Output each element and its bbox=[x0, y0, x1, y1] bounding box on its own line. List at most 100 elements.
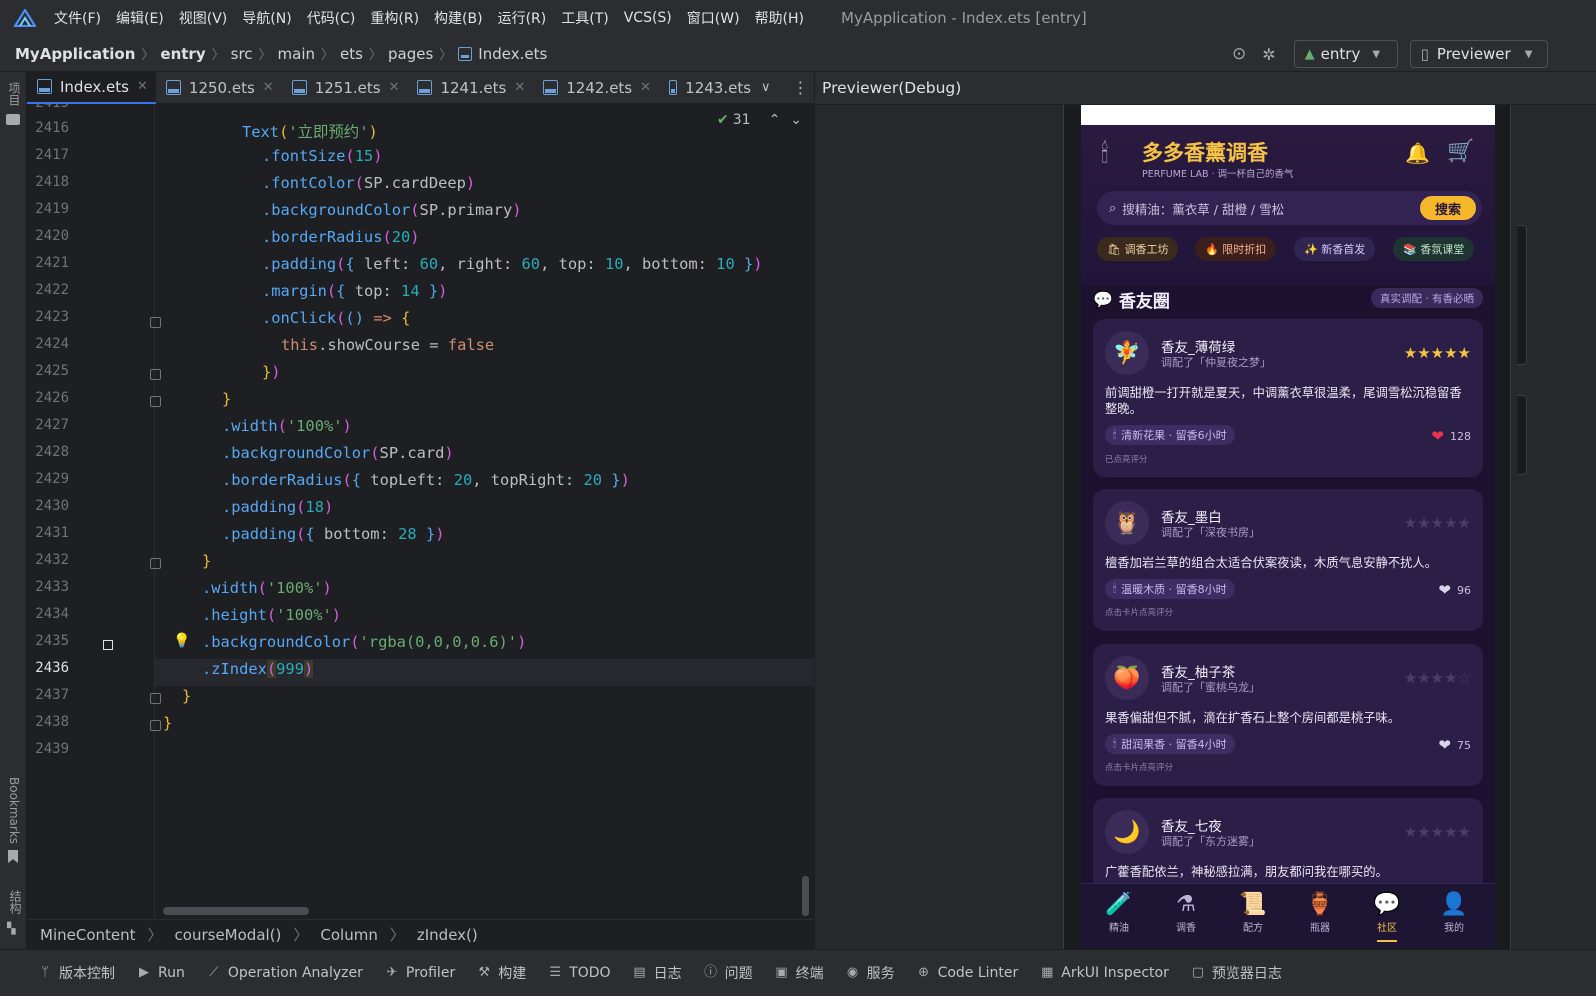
target-icon[interactable]: ⊙ bbox=[1232, 44, 1246, 64]
menu-window[interactable]: 窗口(W) bbox=[687, 8, 740, 28]
previewer-selector[interactable]: ▯ Previewer ▼ bbox=[1409, 40, 1548, 68]
fold-marker[interactable] bbox=[150, 369, 161, 380]
tool-arkui-inspector[interactable]: ▦ ArkUI Inspector bbox=[1040, 965, 1169, 981]
horizontal-scrollbar[interactable] bbox=[163, 907, 309, 915]
like-button[interactable]: ❤ 128 bbox=[1431, 427, 1471, 445]
close-icon[interactable]: ✕ bbox=[137, 79, 148, 94]
tool-problems[interactable]: ⓘ 问题 bbox=[704, 963, 753, 983]
tool-build[interactable]: ⚒ 构建 bbox=[477, 963, 526, 983]
menu-view[interactable]: 视图(V) bbox=[179, 8, 228, 28]
post-card[interactable]: 🧚 香友_薄荷绿 调配了「仲夏夜之梦」 ★★★★★ 前调甜橙一打开就是夏天，中调… bbox=[1093, 319, 1483, 477]
code-crumb-struct[interactable]: MineContent bbox=[40, 926, 136, 944]
cart-icon[interactable]: 🛒 bbox=[1447, 139, 1474, 164]
chip-new[interactable]: ✨ 新香首发 bbox=[1294, 237, 1376, 261]
star-rating[interactable]: ★★★★★ bbox=[1404, 344, 1471, 362]
structure-tool-label[interactable]: 结构 bbox=[7, 890, 24, 914]
breadcrumb-file[interactable]: Index.ets bbox=[478, 45, 547, 63]
menu-file[interactable]: 文件(F) bbox=[54, 8, 101, 28]
tool-profiler[interactable]: ✈ Profiler bbox=[385, 965, 455, 981]
fold-marker[interactable] bbox=[150, 693, 161, 704]
tool-todo[interactable]: ☰ TODO bbox=[548, 965, 610, 981]
code-crumb-column[interactable]: Column bbox=[320, 926, 377, 944]
chip-class[interactable]: 📚 香氛课堂 bbox=[1393, 237, 1475, 261]
breadcrumb-ets[interactable]: ets bbox=[340, 45, 363, 63]
chip-discount[interactable]: 🔥 限时折扣 bbox=[1195, 237, 1277, 261]
tool-previewer-log[interactable]: ▢ 预览器日志 bbox=[1191, 963, 1282, 983]
bookmark-icon[interactable] bbox=[8, 850, 18, 863]
tool-vcs[interactable]: ᛘ 版本控制 bbox=[38, 963, 115, 983]
breadcrumb-module[interactable]: entry bbox=[160, 45, 205, 63]
tab-profile[interactable]: 👤 我的 bbox=[1429, 892, 1479, 934]
tab-essential-oils[interactable]: 🧪 精油 bbox=[1094, 892, 1144, 934]
tab-1243-ets[interactable]: 1243.ets bbox=[659, 72, 751, 104]
breadcrumb-main[interactable]: main bbox=[278, 45, 315, 63]
search-input[interactable]: ⌕ 搜精油：薰衣草 / 甜橙 / 雪松 搜索 bbox=[1097, 191, 1482, 225]
chip-workshop[interactable]: 🛍 调香工坊 bbox=[1097, 237, 1179, 261]
star-rating[interactable]: ★★★★☆ bbox=[1404, 669, 1471, 687]
fold-marker[interactable] bbox=[150, 720, 161, 731]
star-rating[interactable]: ★★★★★ bbox=[1404, 514, 1471, 532]
tab-blend[interactable]: ⚗ 调香 bbox=[1161, 892, 1211, 934]
tool-run[interactable]: ▶ Run bbox=[137, 965, 185, 981]
vertical-scrollbar[interactable] bbox=[802, 876, 809, 916]
fold-marker[interactable] bbox=[150, 396, 161, 407]
breadcrumb-pages[interactable]: pages bbox=[388, 45, 433, 63]
bug-icon[interactable]: ✲ bbox=[1262, 45, 1275, 64]
breadcrumb-src[interactable]: src bbox=[231, 45, 253, 63]
tab-1242-ets[interactable]: 1242.ets ✕ bbox=[533, 72, 659, 104]
fold-marker[interactable] bbox=[150, 317, 161, 328]
close-icon[interactable]: ✕ bbox=[640, 80, 651, 95]
inspector-icon: ▦ bbox=[1041, 965, 1054, 980]
like-button[interactable]: ❤ 96 bbox=[1438, 581, 1471, 599]
phone-screen[interactable]: 🕯 多多香薰调香 PERFUME LAB · 调一杯自己的香气 🔔 🛒 ⌕ 搜精… bbox=[1081, 105, 1495, 947]
chevron-down-icon[interactable]: ∨ bbox=[761, 80, 771, 95]
menu-navigate[interactable]: 导航(N) bbox=[242, 8, 291, 28]
post-text: 广藿香配依兰，神秘感拉满，朋友都问我在哪买的。 bbox=[1105, 865, 1388, 879]
bookmarks-tool-label[interactable]: Bookmarks bbox=[7, 777, 21, 844]
tool-code-linter[interactable]: ⊕ Code Linter bbox=[917, 965, 1018, 981]
tool-terminal[interactable]: ▣ 终端 bbox=[775, 963, 823, 983]
close-icon[interactable]: ✕ bbox=[263, 80, 274, 95]
search-button[interactable]: 搜索 bbox=[1420, 196, 1476, 220]
structure-icon[interactable]: ▚ bbox=[7, 922, 15, 935]
chevron-up-icon[interactable]: ⌃ bbox=[769, 112, 781, 128]
tab-bottles[interactable]: 🏺 瓶器 bbox=[1295, 892, 1345, 934]
tool-services[interactable]: ◉ 服务 bbox=[846, 963, 895, 983]
fold-marker[interactable] bbox=[150, 558, 161, 569]
inspection-widget[interactable]: ✔ 31 ⌃ ⌄ bbox=[717, 112, 802, 128]
post-card[interactable]: 🦉 香友_墨白 调配了「深夜书房」 ★★★★★ 檀香加岩兰草的组合太适合伏案夜读… bbox=[1093, 489, 1483, 631]
tool-operation-analyzer[interactable]: ⟋ Operation Analyzer bbox=[207, 965, 363, 981]
star-rating[interactable]: ★★★★★ bbox=[1404, 823, 1471, 841]
menu-vcs[interactable]: VCS(S) bbox=[624, 10, 672, 26]
project-tool-label[interactable]: 项目 bbox=[6, 82, 23, 106]
menu-refactor[interactable]: 重构(R) bbox=[370, 8, 419, 28]
tab-recipes[interactable]: 📜 配方 bbox=[1228, 892, 1278, 934]
bell-icon[interactable]: 🔔 bbox=[1405, 141, 1430, 165]
code-crumb-zindex[interactable]: zIndex() bbox=[417, 926, 478, 944]
menu-help[interactable]: 帮助(H) bbox=[755, 8, 804, 28]
menu-edit[interactable]: 编辑(E) bbox=[116, 8, 164, 28]
menu-tools[interactable]: 工具(T) bbox=[561, 8, 608, 28]
post-card[interactable]: 🍑 香友_柚子茶 调配了「蜜桃乌龙」 ★★★★☆ 果香偏甜但不腻，滴在扩香石上整… bbox=[1093, 644, 1483, 786]
tab-1250-ets[interactable]: 1250.ets ✕ bbox=[156, 72, 282, 104]
lightbulb-icon[interactable]: 💡 bbox=[173, 633, 190, 649]
breakpoint-marker[interactable] bbox=[103, 640, 113, 650]
tab-1241-ets[interactable]: 1241.ets ✕ bbox=[407, 72, 533, 104]
code-editor[interactable]: 2415 2416 2417 2418 2419 2420 2421 2422 2423 2424… bbox=[27, 104, 814, 919]
close-icon[interactable]: ✕ bbox=[389, 80, 400, 95]
code-crumb-method[interactable]: courseModal() bbox=[175, 926, 282, 944]
tool-log[interactable]: ▤ 日志 bbox=[633, 963, 681, 983]
menu-code[interactable]: 代码(C) bbox=[307, 8, 356, 28]
breadcrumb-project[interactable]: MyApplication bbox=[15, 45, 135, 63]
tab-1251-ets[interactable]: 1251.ets ✕ bbox=[282, 72, 408, 104]
menu-build[interactable]: 构建(B) bbox=[434, 8, 483, 28]
like-button[interactable]: ❤ 75 bbox=[1438, 736, 1471, 754]
tab-index-ets[interactable]: Index.ets ✕ bbox=[27, 71, 156, 104]
module-selector[interactable]: ▲ entry ▼ bbox=[1293, 40, 1398, 68]
close-icon[interactable]: ✕ bbox=[514, 80, 525, 95]
tab-community[interactable]: 💬 社区 bbox=[1362, 892, 1412, 942]
folder-icon[interactable] bbox=[6, 114, 20, 125]
chevron-down-icon[interactable]: ⌄ bbox=[790, 112, 802, 128]
more-vertical-icon[interactable]: ⋮ bbox=[793, 78, 809, 97]
menu-run[interactable]: 运行(R) bbox=[498, 8, 547, 28]
